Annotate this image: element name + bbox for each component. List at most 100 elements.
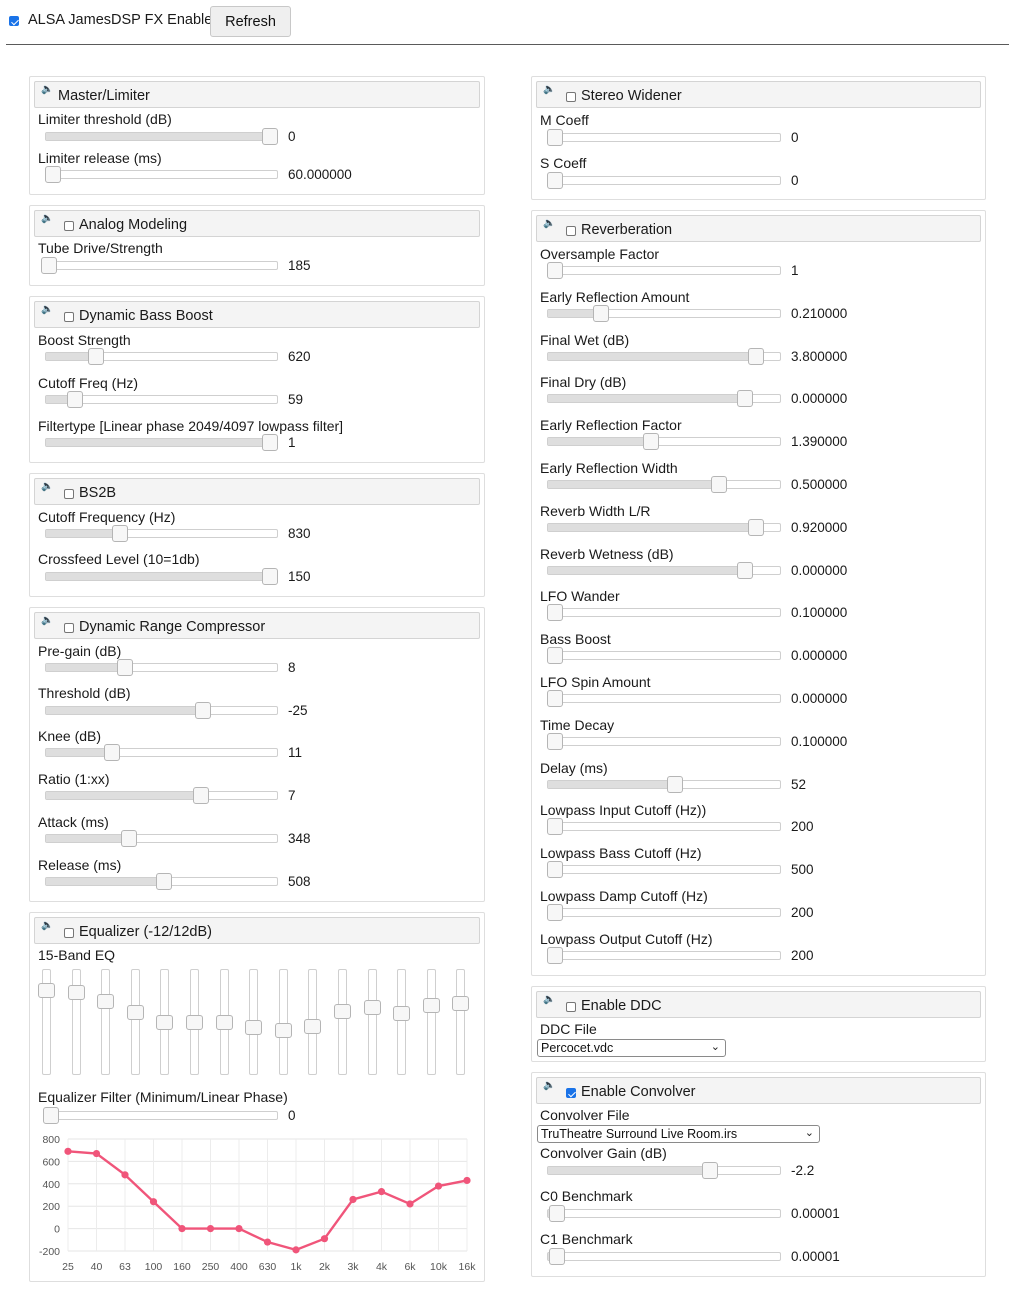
speaker-icon: 🔈	[41, 304, 54, 315]
y-tick-label: 0	[54, 1224, 60, 1236]
slider-label: Pre-gain (dB)	[38, 643, 122, 659]
eq-band-thumb[interactable]	[245, 1020, 263, 1036]
filtertype-slider[interactable]	[45, 434, 278, 451]
eq-band-thumb[interactable]	[393, 1005, 411, 1021]
enable-checkbox[interactable]	[64, 489, 74, 499]
panel-title: Enable DDC	[581, 998, 662, 1014]
eq-filter-slider[interactable]	[43, 1107, 278, 1124]
slider-label: Lowpass Damp Cutoff (Hz)	[540, 888, 708, 904]
eq-band-thumb[interactable]	[334, 1003, 351, 1019]
slider-value: 0.210000	[791, 305, 848, 321]
reverb-slider[interactable]	[547, 262, 781, 279]
reverb-slider[interactable]	[547, 476, 781, 493]
ddc-file-select[interactable]: Percocet.vdc ⌄	[537, 1039, 726, 1057]
eq-band-slider[interactable]	[452, 969, 470, 1075]
eq-band-slider[interactable]	[38, 969, 55, 1075]
eq-band-thumb[interactable]	[422, 998, 440, 1014]
tube-drive-slider[interactable]	[41, 257, 278, 274]
eq-band-thumb[interactable]	[97, 994, 115, 1010]
eq-band-thumb[interactable]	[67, 984, 85, 1000]
eq-band-slider[interactable]	[245, 969, 263, 1075]
eq-band-thumb[interactable]	[274, 1023, 292, 1039]
eq-band-thumb[interactable]	[452, 996, 470, 1012]
reverb-slider[interactable]	[547, 861, 781, 879]
eq-band-slider[interactable]	[97, 969, 115, 1075]
enable-checkbox[interactable]	[566, 92, 576, 102]
reverb-slider[interactable]	[547, 433, 781, 451]
enable-checkbox[interactable]	[566, 1002, 576, 1012]
eq-band-slider[interactable]	[67, 969, 85, 1075]
slider-label: Lowpass Bass Cutoff (Hz)	[540, 845, 702, 862]
eq-band-slider[interactable]	[363, 969, 381, 1075]
y-tick-label: 200	[42, 1201, 60, 1213]
bs2b-cutoff-slider[interactable]	[45, 525, 278, 542]
reverb-slider[interactable]	[547, 818, 781, 836]
master-enable-checkbox[interactable]	[9, 16, 19, 26]
eq-band-slider[interactable]	[393, 969, 411, 1075]
threshold-slider[interactable]	[45, 702, 278, 719]
reverb-slider[interactable]	[547, 390, 781, 408]
enable-checkbox[interactable]	[64, 312, 74, 322]
reverb-slider[interactable]	[547, 904, 781, 921]
convolver-gain-slider[interactable]	[547, 1162, 781, 1179]
refresh-button[interactable]: Refresh	[210, 6, 291, 37]
eq-band-thumb[interactable]	[126, 1004, 144, 1020]
eq-band-thumb[interactable]	[186, 1015, 203, 1030]
enable-checkbox[interactable]	[566, 226, 576, 236]
crossfeed-slider[interactable]	[45, 568, 278, 585]
enable-checkbox[interactable]	[566, 1088, 576, 1098]
boost-strength-slider[interactable]	[45, 348, 278, 365]
reverb-slider[interactable]	[547, 604, 781, 622]
eq-band-label: 15-Band EQ	[38, 947, 116, 963]
reverb-slider[interactable]	[547, 946, 781, 964]
m-coeff-slider[interactable]	[547, 129, 781, 146]
eq-band-thumb[interactable]	[304, 1019, 322, 1035]
slider-value: 59	[288, 392, 304, 407]
eq-band-slider[interactable]	[126, 969, 144, 1075]
eq-band-thumb[interactable]	[363, 1000, 381, 1016]
eq-band-slider[interactable]	[334, 969, 351, 1075]
eq-band-slider[interactable]	[274, 969, 292, 1075]
eq-band-slider[interactable]	[186, 969, 203, 1075]
slider-value: 200	[791, 947, 814, 963]
x-tick-label: 2k	[319, 1261, 331, 1273]
eq-band-thumb[interactable]	[38, 982, 55, 998]
eq-band-thumb[interactable]	[215, 1015, 233, 1030]
reverb-slider[interactable]	[547, 304, 781, 322]
panel-header: 🔈 Dynamic Range Compressor	[34, 612, 480, 639]
knee-slider[interactable]	[45, 744, 278, 761]
panel-header: 🔈 Enable DDC	[536, 991, 981, 1018]
reverb-slider[interactable]	[547, 518, 781, 536]
slider-label: Bass Boost	[540, 631, 611, 648]
reverb-slider[interactable]	[547, 347, 781, 365]
ratio-slider[interactable]	[45, 787, 278, 804]
release-slider[interactable]	[45, 873, 278, 890]
eq-band-slider[interactable]	[422, 969, 440, 1075]
reverb-slider[interactable]	[547, 647, 781, 665]
c1-benchmark-slider[interactable]	[547, 1248, 781, 1265]
s-coeff-slider[interactable]	[547, 172, 781, 189]
eq-band-thumb[interactable]	[156, 1015, 174, 1030]
slider-value: 185	[288, 258, 311, 273]
convolver-file-select[interactable]: TruTheatre Surround Live Room.irs ⌄	[537, 1125, 820, 1143]
cutoff-freq-slider[interactable]	[45, 391, 278, 408]
reverb-slider[interactable]	[547, 775, 781, 793]
eq-band-slider[interactable]	[156, 969, 174, 1075]
reverb-slider[interactable]	[547, 561, 781, 579]
enable-checkbox[interactable]	[64, 623, 74, 633]
c0-benchmark-slider[interactable]	[547, 1205, 781, 1222]
eq-band-slider[interactable]	[215, 969, 233, 1075]
slider-label: Convolver Gain (dB)	[540, 1145, 667, 1161]
slider-value: 0.920000	[791, 519, 848, 535]
limiter-release-slider[interactable]	[45, 166, 278, 183]
attack-slider[interactable]	[45, 830, 278, 847]
limiter-threshold-slider[interactable]	[45, 128, 278, 145]
slider-value: 0.000000	[791, 691, 848, 706]
enable-checkbox[interactable]	[64, 928, 74, 938]
data-point	[406, 1200, 414, 1208]
enable-checkbox[interactable]	[64, 221, 74, 231]
eq-band-slider[interactable]	[304, 969, 322, 1075]
reverb-slider[interactable]	[547, 690, 781, 707]
reverb-slider[interactable]	[547, 732, 781, 750]
pregain-slider[interactable]	[45, 659, 278, 676]
